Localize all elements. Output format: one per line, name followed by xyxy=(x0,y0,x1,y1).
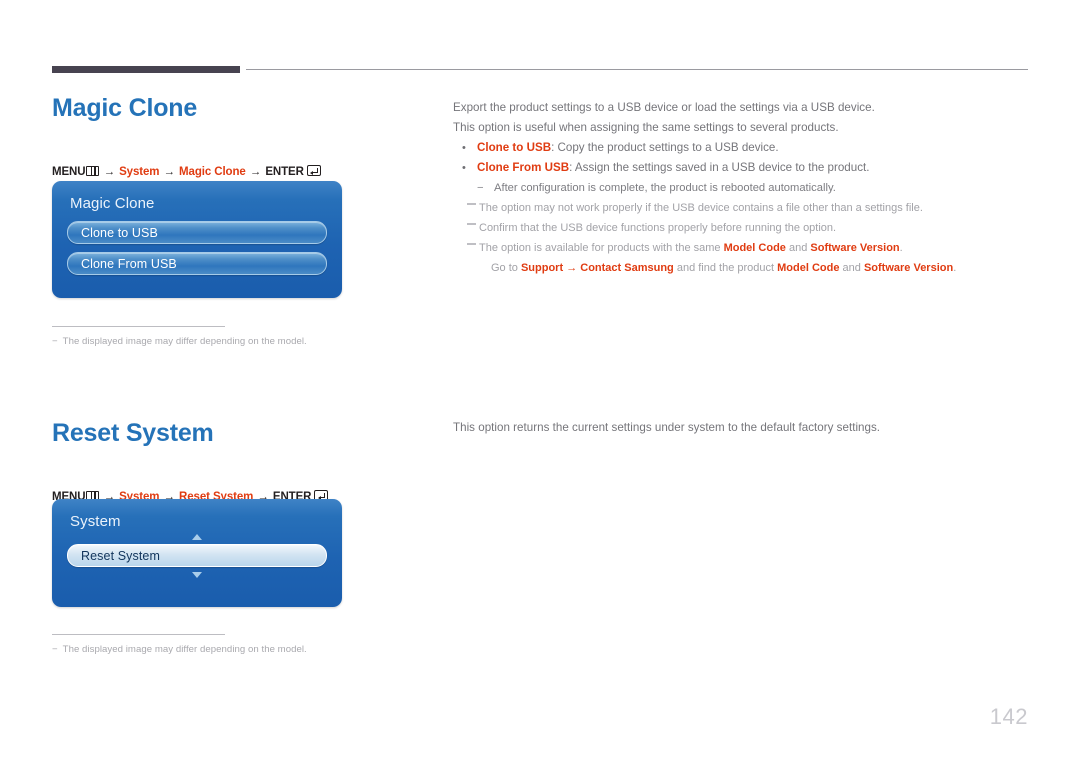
note-text: The option may not work properly if the … xyxy=(479,202,923,214)
section-reset-system-right: This option returns the current settings… xyxy=(453,418,1033,438)
bullet-clone-to-usb: • Clone to USB: Copy the product setting… xyxy=(453,138,1033,158)
chevron-up-icon xyxy=(192,534,202,540)
note-part: Go to xyxy=(491,262,521,274)
footnote-dash: − xyxy=(52,644,58,655)
section-magic-clone-left: Magic Clone MENU → System → Magic Clone … xyxy=(52,95,432,178)
osd-item-clone-to-usb[interactable]: Clone to USB xyxy=(67,221,327,244)
path-arrow-2: → xyxy=(163,166,176,179)
enter-label: ENTER xyxy=(265,166,304,179)
note-goto-support: Go to Support → Contact Samsung and find… xyxy=(453,258,1033,278)
note-term-model-code: Model Code xyxy=(723,242,786,254)
footnote-text: The displayed image may differ depending… xyxy=(62,644,307,655)
note-arrow: → xyxy=(563,262,581,274)
note-dash-icon xyxy=(467,198,479,218)
page-number: 142 xyxy=(989,704,1028,729)
osd-scroll-down[interactable] xyxy=(52,567,342,580)
footnote-magic-clone: − The displayed image may differ dependin… xyxy=(52,336,307,347)
osd-item-list-system: Reset System xyxy=(52,544,342,567)
path-arrow-3: → xyxy=(249,166,262,179)
osd-title-system: System xyxy=(70,513,121,530)
chevron-down-icon xyxy=(192,572,202,578)
header-rule-line xyxy=(246,69,1028,70)
note-usb-file-type: The option may not work properly if the … xyxy=(453,198,1033,218)
page-title-magic-clone: Magic Clone xyxy=(52,94,198,122)
osd-panel-system: System Reset System xyxy=(52,499,342,607)
footnote-dash: − xyxy=(52,336,58,347)
note-part: and xyxy=(785,242,811,254)
note-text: The option is available for products wit… xyxy=(479,238,903,258)
note-term-model-code-2: Model Code xyxy=(777,262,840,274)
osd-title-magic-clone: Magic Clone xyxy=(70,195,155,212)
body-paragraph-2: This option is useful when assigning the… xyxy=(453,121,839,134)
enter-key-icon xyxy=(306,165,321,177)
menu-path-magic-clone: MENU → System → Magic Clone → ENTER xyxy=(52,165,432,178)
path-step-system: System xyxy=(119,166,160,179)
osd-scroll-up[interactable] xyxy=(52,530,342,544)
note-dash-icon xyxy=(467,238,479,258)
subnote-text: After configuration is complete, the pro… xyxy=(494,182,836,194)
section-magic-clone-right: Export the product settings to a USB dev… xyxy=(453,98,1033,278)
footnote-rule xyxy=(52,634,225,635)
osd-panel-magic-clone: Magic Clone Clone to USB Clone From USB xyxy=(52,181,342,298)
note-same-model-code: The option is available for products wit… xyxy=(453,238,1033,258)
menu-label: MENU xyxy=(52,166,86,179)
bullet-term: Clone to USB xyxy=(477,141,552,154)
subnote-reboot: − After configuration is complete, the p… xyxy=(453,178,1033,198)
note-term-software-version-2: Software Version xyxy=(863,262,954,274)
footnote-block-reset-system: − The displayed image may differ dependin… xyxy=(52,634,307,655)
bullet-dot-icon: • xyxy=(462,162,466,174)
body-paragraph-1: Export the product settings to a USB dev… xyxy=(453,101,875,114)
note-part: and find the product xyxy=(673,262,778,274)
bullet-text-clone-to-usb: Clone to USB: Copy the product settings … xyxy=(477,138,779,158)
note-term-contact-samsung: Contact Samsung xyxy=(580,262,674,274)
note-term-support: Support xyxy=(520,262,564,274)
footnote-text: The displayed image may differ depending… xyxy=(62,336,307,347)
bullet-rest: : Copy the product settings to a USB dev… xyxy=(551,141,779,154)
bullet-clone-from-usb: • Clone From USB: Assign the settings sa… xyxy=(453,158,1033,178)
bullet-dot-icon: • xyxy=(462,142,466,154)
note-part: . xyxy=(953,262,957,274)
manual-page: Magic Clone MENU → System → Magic Clone … xyxy=(0,0,1080,763)
footnote-block-magic-clone: − The displayed image may differ dependin… xyxy=(52,326,307,347)
note-text: Confirm that the USB device functions pr… xyxy=(479,222,837,234)
header-accent-bar xyxy=(52,66,240,73)
section-reset-system-left: Reset System MENU → System → Reset Syste… xyxy=(52,420,432,503)
note-term-software-version: Software Version xyxy=(810,242,900,254)
note-part: . xyxy=(899,242,903,254)
subnote-dash-icon: − xyxy=(477,182,484,194)
osd-item-reset-system[interactable]: Reset System xyxy=(67,544,327,567)
note-part: The option is available for products wit… xyxy=(479,242,724,254)
osd-item-list-magic-clone: Clone to USB Clone From USB xyxy=(52,212,342,292)
path-arrow-1: → xyxy=(103,166,116,179)
footnote-reset-system: − The displayed image may differ dependin… xyxy=(52,644,307,655)
bullet-term: Clone From USB xyxy=(477,161,570,174)
note-part: and xyxy=(839,262,864,274)
page-title-reset-system: Reset System xyxy=(52,419,214,447)
path-step-magic-clone: Magic Clone xyxy=(179,166,246,179)
bullet-rest: : Assign the settings saved in a USB dev… xyxy=(569,161,870,174)
body-paragraph-reset: This option returns the current settings… xyxy=(453,421,881,434)
note-usb-functions: Confirm that the USB device functions pr… xyxy=(453,218,1033,238)
footnote-rule xyxy=(52,326,225,327)
bullet-text-clone-from-usb: Clone From USB: Assign the settings save… xyxy=(477,158,869,178)
note-dash-icon xyxy=(467,218,479,238)
osd-item-clone-from-usb[interactable]: Clone From USB xyxy=(67,252,327,275)
menu-bars-icon xyxy=(86,166,100,177)
